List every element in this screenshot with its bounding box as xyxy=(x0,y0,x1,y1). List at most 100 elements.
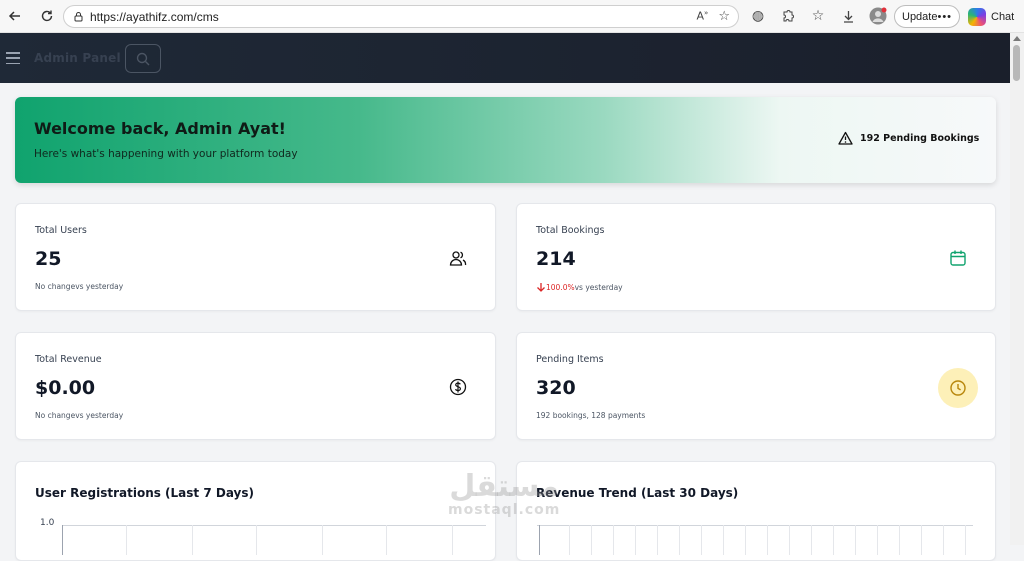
chart-gridline xyxy=(701,525,702,555)
chat-label: Chat xyxy=(991,10,1015,23)
chart-gridline xyxy=(877,525,878,555)
scroll-thumb[interactable] xyxy=(1013,45,1020,81)
card-value: 320 xyxy=(536,377,576,399)
pending-bookings-alert[interactable]: 192 Pending Bookings xyxy=(838,131,979,145)
arrow-down-icon xyxy=(537,283,545,292)
chart-gridline xyxy=(539,525,540,555)
chart-gridline xyxy=(921,525,922,555)
calendar-icon xyxy=(948,248,968,268)
chart-gridline xyxy=(613,525,614,555)
copilot-chat-button[interactable]: Chat xyxy=(968,5,1014,28)
downloads-icon[interactable] xyxy=(838,6,858,26)
app-title: Admin Panel xyxy=(34,51,121,65)
revenue-trend-chart-card: Revenue Trend (Last 30 Days) xyxy=(516,461,996,561)
chart-gridline xyxy=(767,525,768,555)
chart-gridline xyxy=(537,525,973,555)
change-text: No change xyxy=(35,282,76,291)
url-text: https://ayathifz.com/cms xyxy=(90,9,219,24)
chart-gridline xyxy=(745,525,746,555)
scroll-up-arrow[interactable] xyxy=(1013,36,1021,41)
search-icon xyxy=(136,52,150,65)
browser-essentials-icon[interactable]: ◍ xyxy=(748,6,768,26)
chart-gridline xyxy=(591,525,592,555)
change-down: 100.0% xyxy=(536,282,575,292)
chart-gridline xyxy=(452,525,453,555)
chart-gridline xyxy=(569,525,570,555)
search-button[interactable] xyxy=(125,44,161,73)
card-change: No change vs yesterday xyxy=(35,411,123,420)
y-axis-tick: 1.0 xyxy=(40,518,55,528)
update-label: Update xyxy=(902,10,938,23)
card-label: Total Bookings xyxy=(536,225,605,236)
card-change: No change vs yesterday xyxy=(35,282,123,291)
card-change: 100.0% vs yesterday xyxy=(536,282,623,292)
chart-gridline xyxy=(899,525,900,555)
card-value: 214 xyxy=(536,248,576,270)
card-value: 25 xyxy=(35,248,62,270)
change-suffix: vs yesterday xyxy=(75,282,124,291)
chart-gridline xyxy=(62,525,63,555)
watermark-logo: مستقل mostaql.com xyxy=(448,469,561,519)
chart-gridline xyxy=(679,525,680,555)
favorite-star-icon[interactable]: ☆ xyxy=(718,9,730,24)
chart-gridline xyxy=(965,525,966,555)
chart-gridline xyxy=(192,525,193,555)
chart-gridline xyxy=(723,525,724,555)
lock-icon[interactable] xyxy=(72,11,84,23)
users-icon xyxy=(448,248,468,268)
arrow-left-icon xyxy=(8,11,20,21)
app-header: Admin Panel xyxy=(0,33,1010,83)
pending-items-card[interactable]: Pending Items 320 192 bookings, 128 paym… xyxy=(516,332,996,440)
change-suffix: vs yesterday xyxy=(75,411,124,420)
change-text: 100.0% xyxy=(546,282,575,292)
card-value: $0.00 xyxy=(35,377,96,399)
welcome-title: Welcome back, Admin Ayat! xyxy=(34,119,286,138)
watermark-latin: mostaql.com xyxy=(448,502,561,518)
watermark-arabic: مستقل xyxy=(449,469,560,504)
menu-icon[interactable] xyxy=(6,52,20,64)
chart-gridline xyxy=(789,525,790,555)
change-suffix: vs yesterday xyxy=(574,282,623,292)
total-revenue-card[interactable]: Total Revenue $0.00 No change vs yesterda… xyxy=(15,332,496,440)
extensions-icon[interactable] xyxy=(778,6,798,26)
chart-gridline xyxy=(811,525,812,555)
page-scrollbar[interactable] xyxy=(1010,33,1024,545)
chart-gridline xyxy=(855,525,856,555)
total-bookings-card[interactable]: Total Bookings 214 100.0% vs yesterday xyxy=(516,203,996,311)
browser-toolbar: https://ayathifz.com/cms A» ☆ ◍ ☆ Update… xyxy=(0,0,1024,33)
chart-gridline xyxy=(833,525,834,555)
more-options-icon[interactable]: ••• xyxy=(937,11,952,23)
update-button[interactable]: Update ••• xyxy=(894,5,960,28)
welcome-subtitle: Here's what's happening with your platfo… xyxy=(34,148,298,160)
total-users-card[interactable]: Total Users 25 No change vs yesterday xyxy=(15,203,496,311)
pending-bookings-text: 192 Pending Bookings xyxy=(860,132,980,144)
back-button[interactable] xyxy=(4,5,26,27)
clock-icon xyxy=(950,380,966,396)
pending-detail: 192 bookings, 128 payments xyxy=(536,411,646,420)
reload-icon xyxy=(41,10,53,22)
chart-gridline xyxy=(657,525,658,555)
chart-title: Revenue Trend (Last 30 Days) xyxy=(536,486,739,500)
chart-gridline xyxy=(635,525,636,555)
chart-title: User Registrations (Last 7 Days) xyxy=(35,486,255,500)
chart-gridline xyxy=(322,525,323,555)
chart-gridline xyxy=(256,525,257,555)
user-registrations-chart-card: User Registrations (Last 7 Days) 1.0 xyxy=(15,461,496,561)
address-bar[interactable]: https://ayathifz.com/cms A» ☆ xyxy=(63,5,739,28)
card-label: Total Users xyxy=(35,225,87,236)
reload-button[interactable] xyxy=(36,5,58,27)
clock-icon-badge xyxy=(938,368,978,408)
profile-avatar[interactable] xyxy=(868,6,888,26)
warning-triangle-icon xyxy=(838,131,853,145)
chart-gridline xyxy=(126,525,127,555)
welcome-banner: Welcome back, Admin Ayat! Here's what's … xyxy=(15,97,996,183)
copilot-icon xyxy=(968,7,986,26)
chart-gridline xyxy=(943,525,944,555)
change-text: No change xyxy=(35,411,76,420)
read-aloud-icon[interactable]: A» xyxy=(697,9,709,24)
card-label: Total Revenue xyxy=(35,354,102,365)
card-label: Pending Items xyxy=(536,354,604,365)
chart-gridline xyxy=(386,525,387,555)
dollar-icon xyxy=(448,377,468,397)
favorites-icon[interactable]: ☆ xyxy=(808,6,828,26)
